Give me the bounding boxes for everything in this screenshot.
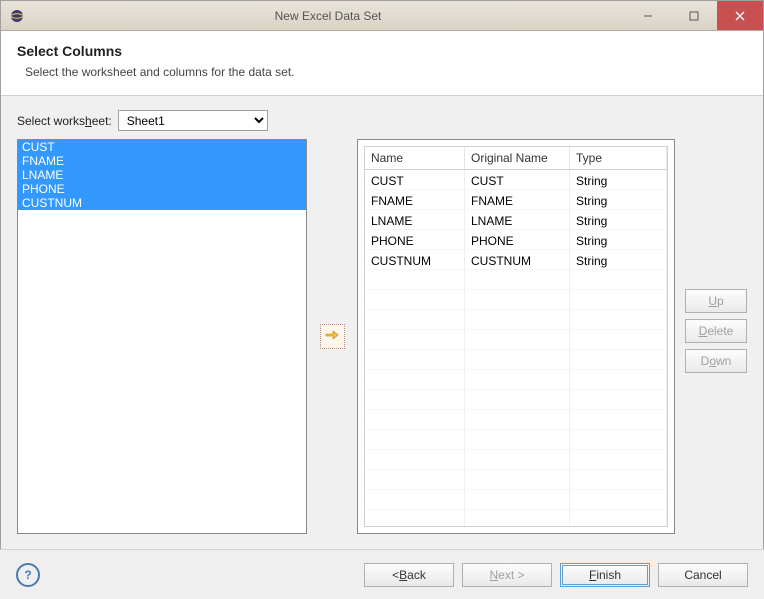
close-button[interactable] <box>717 1 763 30</box>
back-button[interactable]: < Back <box>364 563 454 587</box>
help-icon[interactable]: ? <box>16 563 40 587</box>
add-column-button[interactable] <box>320 324 345 349</box>
col-original-header[interactable]: Original Name <box>465 147 570 169</box>
wizard-header: Select Columns Select the worksheet and … <box>1 31 763 96</box>
list-item[interactable]: CUSTNUM <box>18 196 306 210</box>
list-item[interactable]: CUST <box>18 140 306 154</box>
finish-button[interactable]: Finish <box>560 563 650 587</box>
maximize-button[interactable] <box>671 1 717 30</box>
cancel-button[interactable]: Cancel <box>658 563 748 587</box>
col-type-header[interactable]: Type <box>570 147 667 169</box>
worksheet-label: Select worksheet: <box>17 114 112 128</box>
down-button[interactable]: Down <box>685 349 747 373</box>
wizard-footer: ? < Back Next > Finish Cancel <box>0 549 764 599</box>
minimize-button[interactable] <box>625 1 671 30</box>
selected-columns-table[interactable]: Name Original Name Type CUSTCUSTString F… <box>357 139 675 534</box>
page-title: Select Columns <box>17 43 747 59</box>
list-item[interactable]: PHONE <box>18 182 306 196</box>
window-title: New Excel Data Set <box>31 9 625 23</box>
eclipse-icon <box>9 8 25 24</box>
delete-button[interactable]: Delete <box>685 319 747 343</box>
table-row[interactable]: CUSTCUSTString <box>365 170 667 190</box>
col-name-header[interactable]: Name <box>365 147 465 169</box>
table-row[interactable]: LNAMELNAMEString <box>365 210 667 230</box>
empty-grid <box>365 270 667 527</box>
page-subtitle: Select the worksheet and columns for the… <box>17 65 747 79</box>
source-columns-list[interactable]: CUST FNAME LNAME PHONE CUSTNUM <box>17 139 307 534</box>
table-header: Name Original Name Type <box>365 147 667 170</box>
table-row[interactable]: FNAMEFNAMEString <box>365 190 667 210</box>
worksheet-select[interactable]: Sheet1 <box>118 110 268 131</box>
arrow-right-icon <box>325 329 339 344</box>
up-button[interactable]: Up <box>685 289 747 313</box>
next-button[interactable]: Next > <box>462 563 552 587</box>
table-row[interactable]: PHONEPHONEString <box>365 230 667 250</box>
table-row[interactable]: CUSTNUMCUSTNUMString <box>365 250 667 270</box>
list-item[interactable]: LNAME <box>18 168 306 182</box>
titlebar: New Excel Data Set <box>1 1 763 31</box>
list-item[interactable]: FNAME <box>18 154 306 168</box>
